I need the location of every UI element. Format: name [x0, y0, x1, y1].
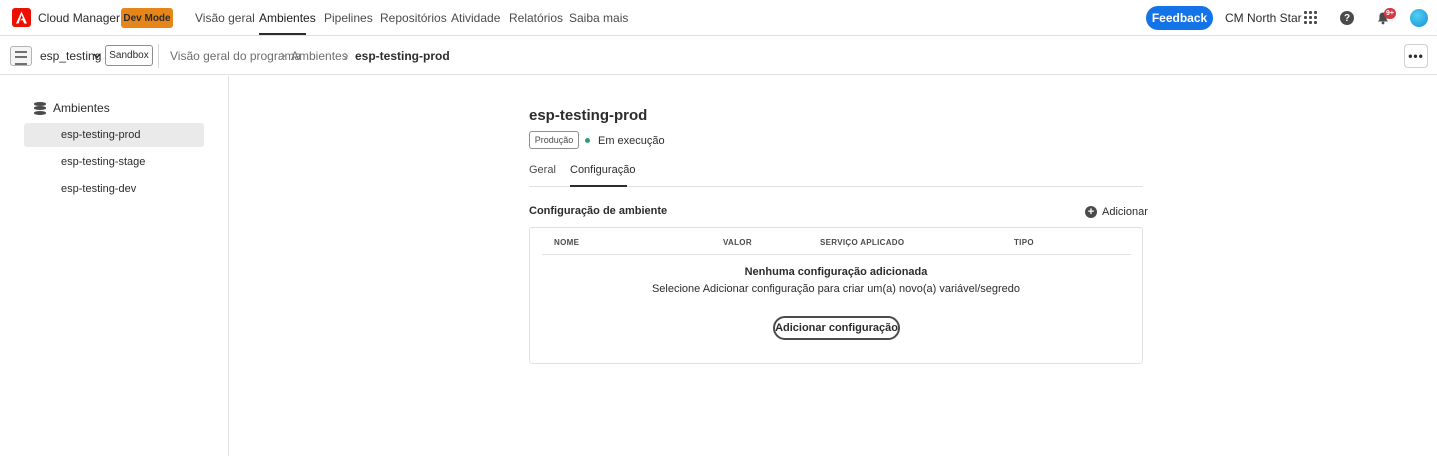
chevron-down-icon[interactable] [92, 51, 102, 61]
app-switcher-icon[interactable] [1304, 11, 1317, 24]
page-title: esp-testing-prod [529, 107, 648, 124]
program-bar: esp_testing Sandbox Visão geral do progr… [0, 37, 1437, 75]
adobe-logo-icon[interactable] [12, 8, 31, 27]
environments-sidebar: Ambientes esp-testing-prod esp-testing-s… [0, 76, 229, 456]
program-icon[interactable] [10, 46, 32, 66]
environment-type-tag: Produção [529, 131, 579, 149]
add-configuration-button[interactable]: Adicionar configuração [773, 316, 900, 340]
sidebar-heading-label: Ambientes [53, 101, 110, 115]
sidebar-item-prod[interactable]: esp-testing-prod [24, 123, 204, 147]
nav-activity[interactable]: Atividade [451, 11, 500, 25]
feedback-button[interactable]: Feedback [1146, 6, 1213, 30]
top-navigation: Cloud Manager Dev Mode Visão geral Ambie… [0, 0, 1437, 36]
sidebar-item-dev[interactable]: esp-testing-dev [24, 177, 204, 201]
column-header-service[interactable]: SERVIÇO APLICADO [820, 238, 904, 247]
nav-overview[interactable]: Visão geral [195, 11, 255, 25]
column-header-name[interactable]: NOME [554, 238, 579, 247]
app-name[interactable]: Cloud Manager [38, 11, 120, 25]
nav-reports[interactable]: Relatórios [509, 11, 563, 25]
nav-environments[interactable]: Ambientes [259, 11, 316, 25]
notification-badge: 9+ [1384, 8, 1396, 19]
more-actions-button[interactable]: ••• [1404, 44, 1428, 68]
dev-mode-badge: Dev Mode [121, 8, 173, 28]
help-icon[interactable]: ? [1340, 11, 1354, 25]
add-button-label: Adicionar [1102, 206, 1148, 218]
status-text: Em execução [598, 135, 665, 147]
tab-configuration[interactable]: Configuração [570, 164, 635, 176]
configuration-table: NOME VALOR SERVIÇO APLICADO TIPO Nenhuma… [529, 227, 1143, 364]
table-header-divider [542, 254, 1131, 255]
sandbox-badge: Sandbox [105, 45, 153, 66]
nav-learn-more[interactable]: Saiba mais [569, 11, 628, 25]
add-circle-icon: + [1085, 206, 1097, 218]
nav-pipelines[interactable]: Pipelines [324, 11, 373, 25]
nav-active-indicator [259, 33, 306, 35]
avatar[interactable] [1410, 9, 1428, 27]
org-switcher[interactable]: CM North Star [1225, 11, 1302, 25]
breadcrumb-environments[interactable]: Ambientes [291, 49, 348, 63]
tab-active-indicator [570, 185, 627, 187]
add-button[interactable]: + Adicionar [1085, 206, 1148, 218]
sidebar-heading: Ambientes [34, 101, 110, 115]
column-header-value[interactable]: VALOR [723, 238, 752, 247]
empty-state-description: Selecione Adicionar configuração para cr… [651, 283, 1021, 295]
database-icon [34, 101, 46, 115]
breadcrumb-current: esp-testing-prod [355, 49, 450, 63]
status-indicator [585, 138, 590, 143]
nav-repositories[interactable]: Repositórios [380, 11, 447, 25]
sidebar-item-stage[interactable]: esp-testing-stage [24, 150, 204, 174]
section-title: Configuração de ambiente [529, 205, 668, 217]
column-header-type[interactable]: TIPO [1014, 238, 1034, 247]
empty-state-title: Nenhuma configuração adicionada [744, 266, 928, 278]
chevron-right-icon [344, 52, 349, 60]
divider [158, 44, 159, 68]
tab-general[interactable]: Geral [529, 164, 556, 176]
chevron-right-icon [281, 52, 286, 60]
